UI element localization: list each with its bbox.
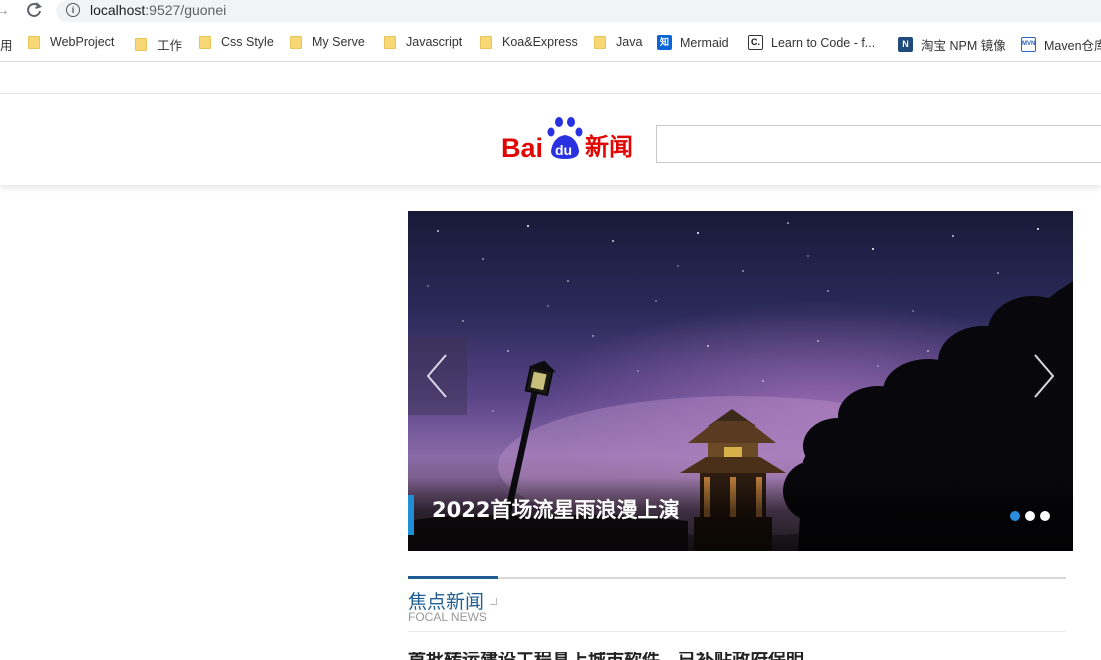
carousel-caption[interactable]: 2022首场流星雨浪漫上演 xyxy=(432,494,679,524)
bookmark-koa-express[interactable]: Koa&Express xyxy=(480,35,578,49)
browser-address-bar: → i localhost:9527/guonei xyxy=(0,0,1101,24)
back-arrow-icon[interactable]: → xyxy=(0,2,10,20)
logo-news: 新闻 xyxy=(585,133,633,161)
url-text[interactable]: localhost:9527/guonei xyxy=(90,2,226,18)
folder-icon xyxy=(199,35,211,49)
folder-icon xyxy=(135,38,147,51)
bookmark-javascript[interactable]: Javascript xyxy=(384,35,462,49)
section-subtitle: FOCAL NEWS xyxy=(408,610,487,624)
bookmark-label: Maven仓库 xyxy=(1044,39,1101,53)
url-host: localhost xyxy=(90,2,146,18)
news-headline-text: 首批转运建设工程具上城市软件，已补贴政府保明 xyxy=(408,652,804,660)
bookmark-label: Css Style xyxy=(221,35,274,49)
bookmark-label: Learn to Code - f... xyxy=(771,35,876,50)
bookmark-label: Java xyxy=(616,35,643,49)
logo-du: du xyxy=(555,142,572,158)
carousel-next-button[interactable] xyxy=(1025,340,1065,412)
folder-icon xyxy=(290,35,302,49)
bookmark-css-style[interactable]: Css Style xyxy=(199,35,274,49)
carousel-dot-1[interactable] xyxy=(1010,511,1020,521)
maven-icon: MVN xyxy=(1021,37,1036,52)
bookmark-maven[interactable]: MVN Maven仓库 xyxy=(1021,35,1101,54)
bookmark-label: Mermaid xyxy=(680,35,729,50)
chevron-left-icon xyxy=(426,354,447,398)
url-path: :9527/guonei xyxy=(145,2,227,18)
bookmark-label: Javascript xyxy=(406,35,463,49)
bookmark-mermaid[interactable]: 知 Mermaid xyxy=(657,35,729,50)
bookmarks-bar: 用 WebProject 工作 Css Style My Serve Javas… xyxy=(0,30,1101,56)
bookmark-work[interactable]: 工作 xyxy=(135,35,182,54)
bookmark-java[interactable]: Java xyxy=(594,35,642,49)
reload-icon[interactable] xyxy=(24,0,44,20)
bookmark-freecodecamp[interactable]: C. Learn to Code - f... xyxy=(748,35,875,50)
carousel-dot-3[interactable] xyxy=(1040,511,1050,521)
baidu-news-logo[interactable]: Bai du 新闻 xyxy=(501,115,641,161)
logo-bai: Bai xyxy=(501,133,543,161)
freecodecamp-icon: C. xyxy=(748,35,763,50)
zhihu-icon: 知 xyxy=(657,35,672,50)
news-headline[interactable]: 首批转运建设工程具上城市软件，已补贴政府保明 xyxy=(408,652,804,660)
corner-mark-icon xyxy=(490,598,497,605)
focal-section-rule xyxy=(408,577,1066,579)
bookmark-label: 淘宝 NPM 镜像 xyxy=(921,39,1006,53)
bookmark-label: 用 xyxy=(0,39,13,53)
bookmark-label: My Serve xyxy=(312,35,365,49)
bookmark-my-serve[interactable]: My Serve xyxy=(290,35,365,49)
folder-icon xyxy=(594,35,606,49)
bookmark-label: WebProject xyxy=(50,35,115,49)
npm-icon: N xyxy=(898,37,913,52)
carousel-dot-2[interactable] xyxy=(1025,511,1035,521)
search-input[interactable] xyxy=(656,125,1101,163)
bookmark-label: Koa&Express xyxy=(502,35,578,49)
focal-active-underline xyxy=(408,576,498,579)
folder-icon xyxy=(28,35,40,49)
carousel-prev-button[interactable] xyxy=(408,337,467,415)
chevron-right-icon xyxy=(1034,354,1055,398)
caption-accent-bar xyxy=(408,495,414,535)
bookmark-webproject[interactable]: WebProject xyxy=(28,35,114,49)
browser-divider xyxy=(0,61,1101,62)
bookmark-apps[interactable]: 用 xyxy=(0,35,13,54)
folder-icon xyxy=(480,35,492,49)
folder-icon xyxy=(384,35,396,49)
site-info-icon[interactable]: i xyxy=(66,3,80,17)
focal-divider xyxy=(408,631,1066,632)
bookmark-label: 工作 xyxy=(157,39,183,53)
bookmark-taobao-npm[interactable]: N 淘宝 NPM 镜像 xyxy=(898,35,1006,54)
